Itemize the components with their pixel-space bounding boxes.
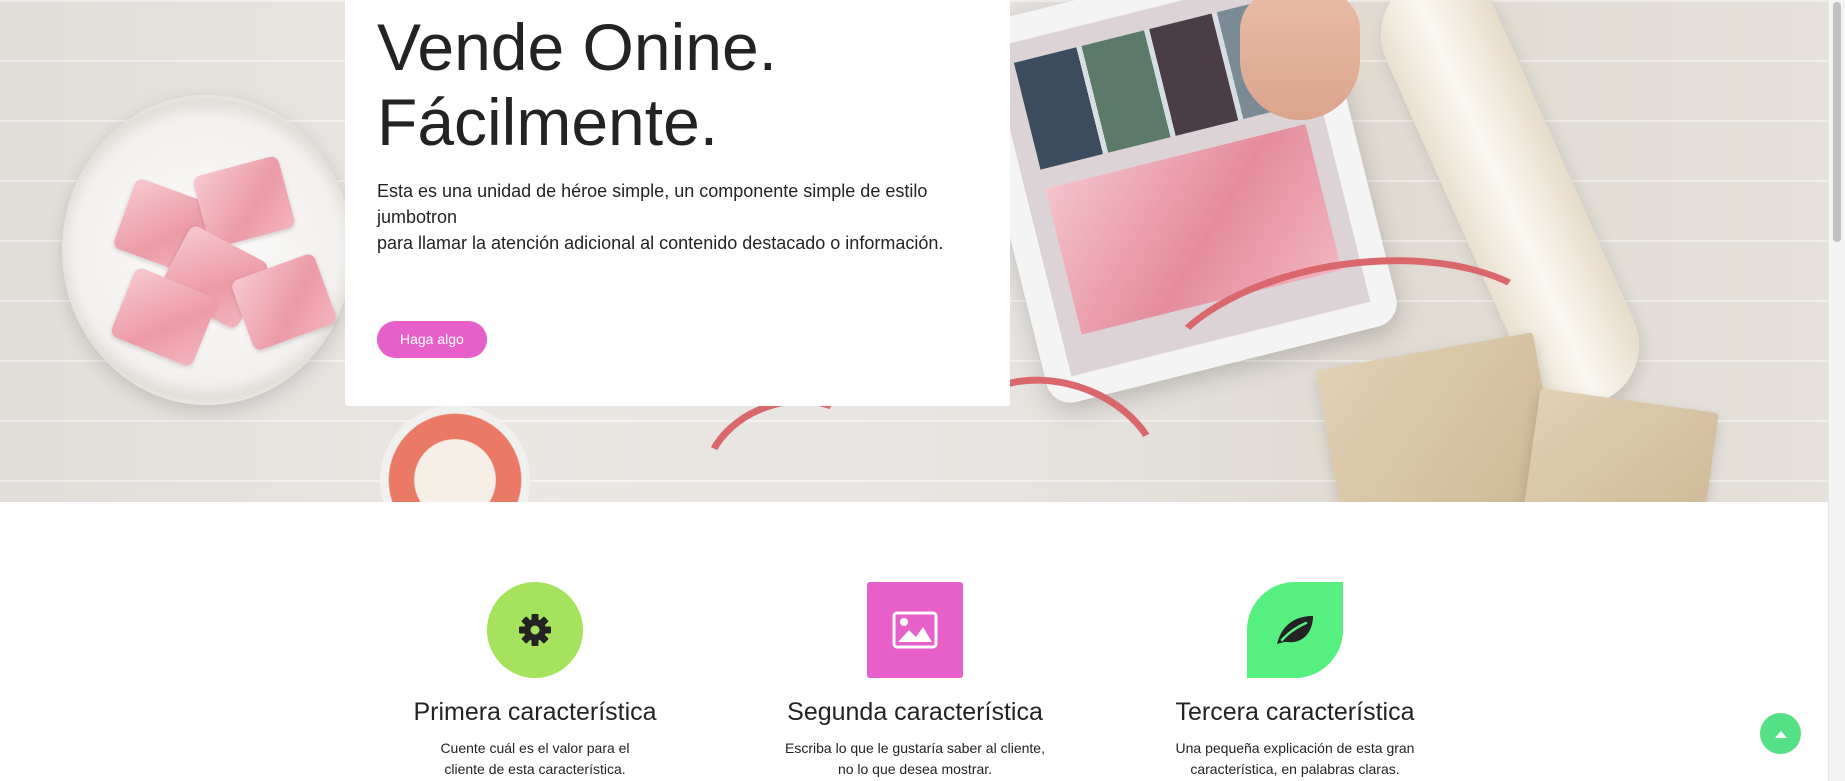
feature-card: Primera característica Cuente cuál es el…	[370, 582, 700, 780]
back-to-top-button[interactable]	[1760, 713, 1801, 754]
feature-card: Tercera característica Una pequeña expli…	[1130, 582, 1460, 780]
image-icon	[867, 582, 963, 678]
hero-title-line: Vende Onine.	[377, 10, 777, 84]
feature-title: Primera característica	[413, 698, 657, 726]
hero-card: Vende Onine. Fácilmente. Esta es una uni…	[345, 0, 1010, 406]
hero-description-line: para llamar la atención adicional al con…	[377, 233, 944, 253]
feature-card: Segunda característica Escriba lo que le…	[750, 582, 1080, 780]
feature-description-line: característica, en palabras claras.	[1190, 761, 1400, 777]
ribbon-roll-image	[380, 405, 530, 502]
leaf-icon	[1247, 582, 1343, 678]
gift-box-image	[1521, 388, 1719, 502]
feature-title: Segunda característica	[787, 698, 1043, 726]
arrow-up-icon	[1774, 730, 1787, 738]
hero-description: Esta es una unidad de héroe simple, un c…	[377, 178, 977, 256]
hero-title: Vende Onine. Fácilmente.	[377, 10, 777, 160]
hero-section: Vende Onine. Fácilmente. Esta es una uni…	[0, 0, 1829, 502]
feature-description: Cuente cuál es el valor para el cliente …	[370, 738, 700, 780]
page-scrollbar[interactable]	[1828, 0, 1845, 781]
feature-description-line: cliente de esta característica.	[444, 761, 626, 777]
feature-description-line: no lo que desea mostrar.	[837, 761, 993, 777]
hero-cta-button[interactable]: Haga algo	[377, 321, 487, 358]
gear-icon	[487, 582, 583, 678]
feature-title: Tercera característica	[1175, 698, 1415, 726]
hand-image	[1240, 0, 1360, 120]
feature-description-line: Escriba lo que le gustaría saber al clie…	[785, 740, 1045, 756]
feature-description-line: Cuente cuál es el valor para el	[440, 740, 630, 756]
hero-description-line: Esta es una unidad de héroe simple, un c…	[377, 181, 928, 227]
feature-description-line: Una pequeña explicación de esta gran	[1175, 740, 1415, 756]
scrollbar-thumb[interactable]	[1833, 2, 1841, 242]
feature-description: Una pequeña explicación de esta gran car…	[1130, 738, 1460, 780]
hero-title-line: Fácilmente.	[377, 85, 719, 159]
feature-description: Escriba lo que le gustaría saber al clie…	[750, 738, 1080, 780]
